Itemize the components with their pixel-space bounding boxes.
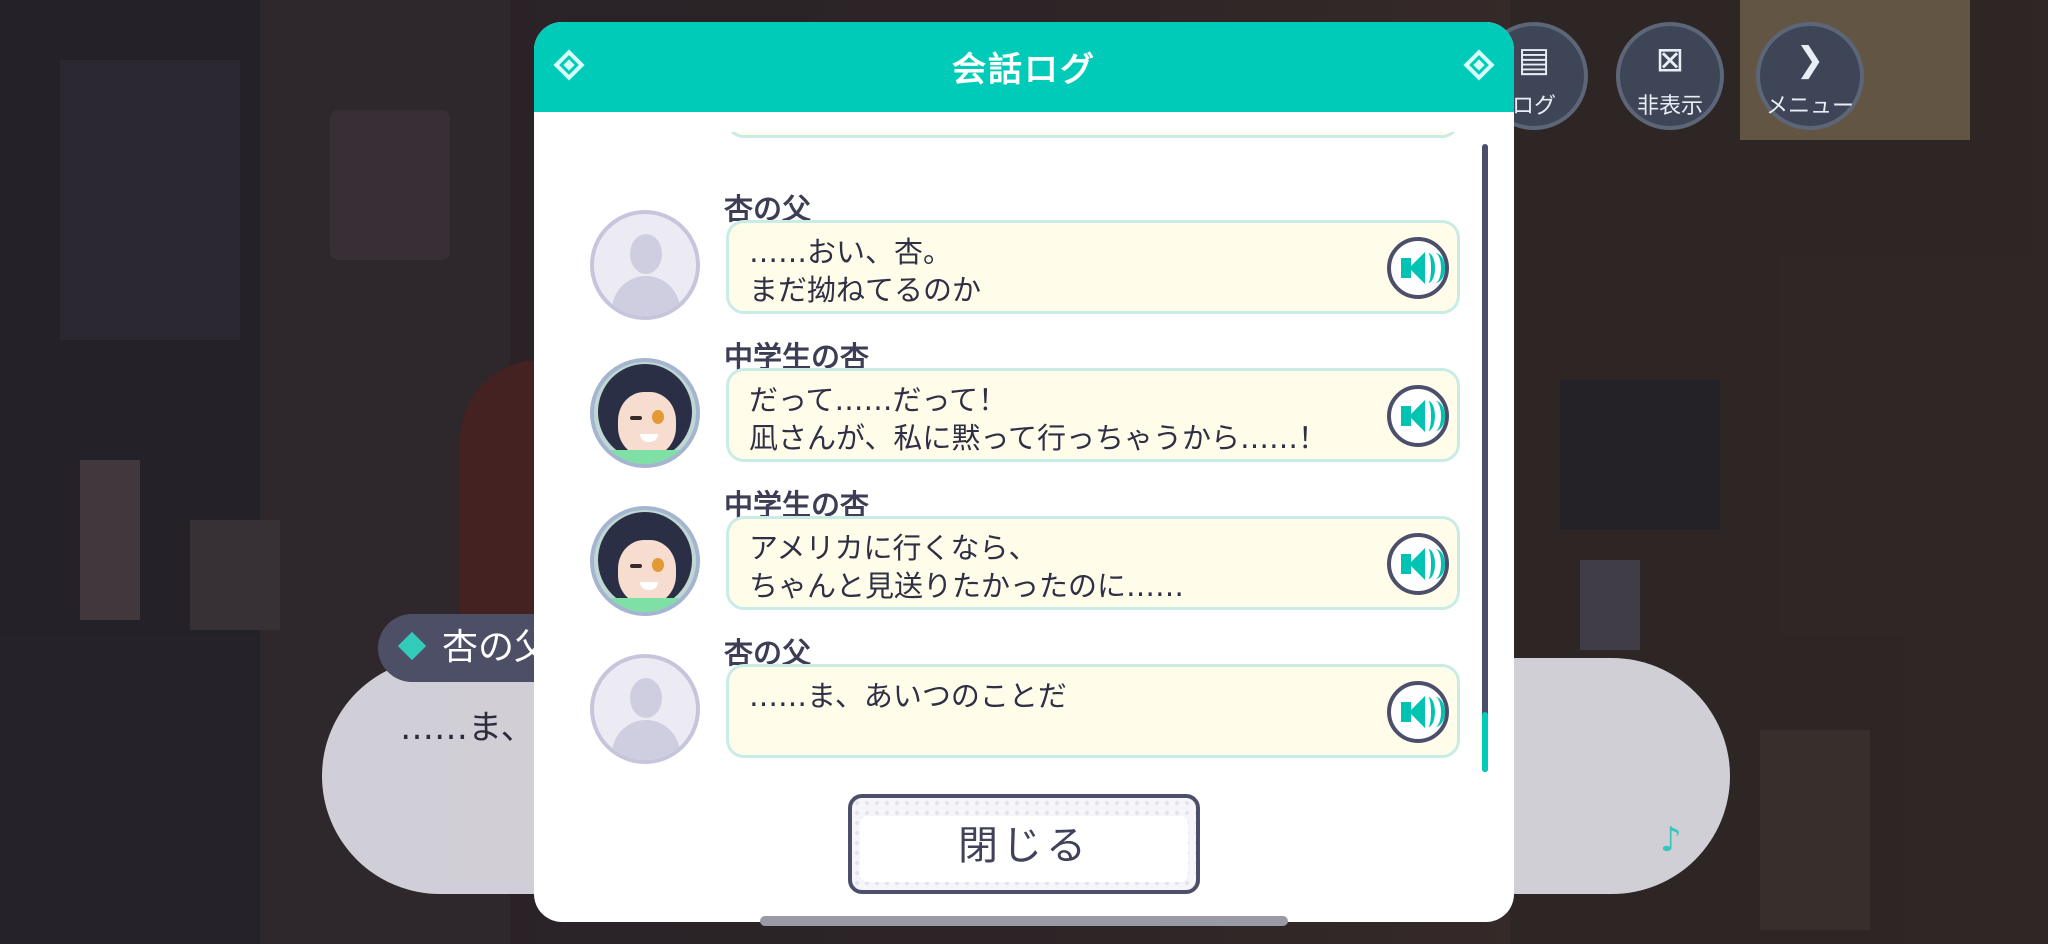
home-indicator[interactable] — [760, 916, 1288, 926]
message-text: アメリカに行くなら、 ちゃんと見送りたかったのに…… — [749, 531, 1185, 603]
hide-button[interactable]: ⊠ 非表示 — [1616, 22, 1724, 130]
chevron-right-icon: ❯ — [1795, 40, 1825, 80]
list-item — [534, 132, 1514, 150]
girl-avatar — [590, 358, 700, 468]
scrollbar-thumb[interactable] — [1482, 712, 1488, 772]
modal-header: 会話ログ — [534, 22, 1514, 112]
voice-play-button[interactable] — [1387, 237, 1449, 299]
message-text: ……おい、杏。 まだ拗ねてるのか — [749, 235, 982, 307]
hide-icon: ⊠ — [1655, 40, 1685, 80]
menu-button[interactable]: ❯ メニュー — [1756, 22, 1864, 130]
message-bubble: ……ま、あいつのことだ — [726, 664, 1460, 758]
girl-avatar — [590, 506, 700, 616]
default-avatar — [590, 654, 700, 764]
message-bubble: だって……だって！ 凪さんが、私に黙って行っちゃうから……！ — [726, 368, 1460, 462]
list-item: 中学生の杏 アメリカに行くなら、 ちゃんと見送りたかったのに…… — [534, 474, 1514, 622]
log-list[interactable]: 杏の父 ……おい、杏。 まだ拗ねてるのか 中学生の杏 だって……だって！ 凪さん… — [534, 132, 1514, 792]
message-bubble: ……おい、杏。 まだ拗ねてるのか — [726, 220, 1460, 314]
close-button[interactable]: 閉じる — [848, 794, 1200, 894]
list-item: 杏の父 ……おい、杏。 まだ拗ねてるのか — [534, 178, 1514, 326]
voice-play-button[interactable] — [1387, 385, 1449, 447]
message-bubble: アメリカに行くなら、 ちゃんと見送りたかったのに…… — [726, 516, 1460, 610]
close-button-label: 閉じる — [958, 823, 1090, 869]
voice-play-button[interactable] — [1387, 681, 1449, 743]
scrollbar-track[interactable] — [1482, 144, 1488, 772]
background-dialog-text: ……ま、 — [400, 708, 535, 748]
music-note-icon: ♪ — [1660, 820, 1682, 860]
list-item: 中学生の杏 だって……だって！ 凪さんが、私に黙って行っちゃうから……！ — [534, 326, 1514, 474]
modal-title: 会話ログ — [952, 50, 1096, 90]
message-bubble — [726, 132, 1460, 138]
voice-play-button[interactable] — [1387, 533, 1449, 595]
message-text: ……ま、あいつのことだ — [749, 679, 1067, 713]
message-text: だって……だって！ 凪さんが、私に黙って行っちゃうから……！ — [749, 383, 1327, 455]
list-item: 杏の父 ……ま、あいつのことだ — [534, 622, 1514, 770]
default-avatar — [590, 210, 700, 320]
diamond-icon — [397, 631, 427, 661]
conversation-log-modal: 会話ログ 杏の父 ……おい、杏。 まだ拗ねてるのか 中学生の杏 だって……だって… — [534, 22, 1514, 922]
